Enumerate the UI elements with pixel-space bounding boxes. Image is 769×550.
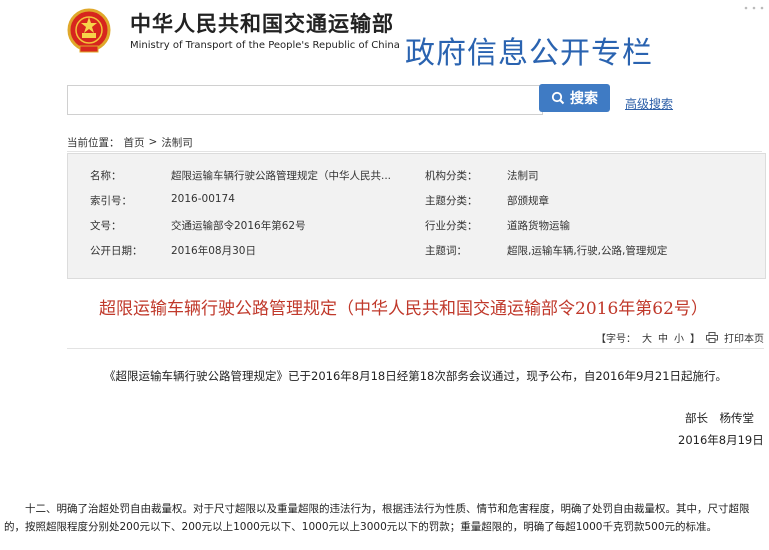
ministry-name-cn: 中华人民共和国交通运输部 — [130, 12, 394, 36]
pub-date-label: 公开日期： — [90, 245, 143, 257]
search-icon — [551, 91, 565, 105]
divider — [67, 348, 764, 349]
org-value: 法制司 — [507, 170, 539, 182]
font-size-label: 【字号： — [596, 334, 636, 345]
keywords-value: 超限,运输车辆,行驶,公路,管理规定 — [507, 245, 668, 257]
breadcrumb-prefix: 当前位置： — [67, 136, 120, 149]
document-body: 《超限运输车辆行驶公路管理规定》已于2016年8月18日经第18次部务会议通过，… — [104, 369, 728, 383]
national-emblem-icon — [67, 8, 111, 53]
search-button-label: 搜索 — [570, 91, 598, 107]
doc-no-value: 交通运输部令2016年第62号 — [171, 220, 306, 232]
search-button[interactable]: 搜索 — [539, 84, 610, 112]
font-size-large[interactable]: 大 — [642, 330, 652, 345]
printer-icon[interactable] — [706, 332, 718, 343]
breadcrumb-home[interactable]: 首页 — [124, 135, 145, 150]
pub-date-value: 2016年08月30日 — [171, 245, 256, 257]
font-size-close: 】 — [690, 334, 700, 345]
sign-date: 2016年8月19日 — [678, 433, 764, 447]
document-title: 超限运输车辆行驶公路管理规定（中华人民共和国交通运输部令2016年第62号） — [99, 299, 708, 319]
industry-label: 行业分类： — [425, 220, 478, 232]
breadcrumb: 当前位置： 首页 > 法制司 — [67, 133, 762, 152]
breadcrumb-current[interactable]: 法制司 — [161, 135, 193, 150]
advanced-search-link[interactable]: 高级搜索 — [625, 95, 673, 112]
name-value: 超限运输车辆行驶公路管理规定（中华人民共... — [171, 170, 392, 182]
page-tools: 【字号： 大 中 小 】 打印本页 — [596, 330, 764, 345]
ministry-name-en: Ministry of Transport of the People's Re… — [130, 40, 400, 51]
print-page-link[interactable]: 打印本页 — [724, 330, 764, 345]
font-size-medium[interactable]: 中 — [658, 330, 668, 345]
org-label: 机构分类： — [425, 170, 478, 182]
explanation-paragraph: 十二、明确了治超处罚自由裁量权。对于尺寸超限以及重量超限的违法行为，根据违法行为… — [4, 503, 750, 533]
index-value: 2016-00174 — [171, 193, 235, 205]
keywords-label: 主题词： — [425, 245, 467, 257]
section-title: 政府信息公开专栏 — [405, 36, 653, 71]
signer: 部长 杨传堂 — [685, 411, 754, 425]
index-label: 索引号： — [90, 195, 132, 207]
industry-value: 道路货物运输 — [507, 220, 570, 232]
name-label: 名称： — [90, 170, 122, 182]
search-input[interactable] — [67, 85, 543, 115]
topic-value: 部颁规章 — [507, 195, 549, 207]
font-size-small[interactable]: 小 — [674, 330, 684, 345]
breadcrumb-separator: > — [148, 136, 158, 148]
decorative-dots-icon — [744, 6, 764, 10]
topic-label: 主题分类： — [425, 195, 478, 207]
doc-no-label: 文号： — [90, 220, 122, 232]
